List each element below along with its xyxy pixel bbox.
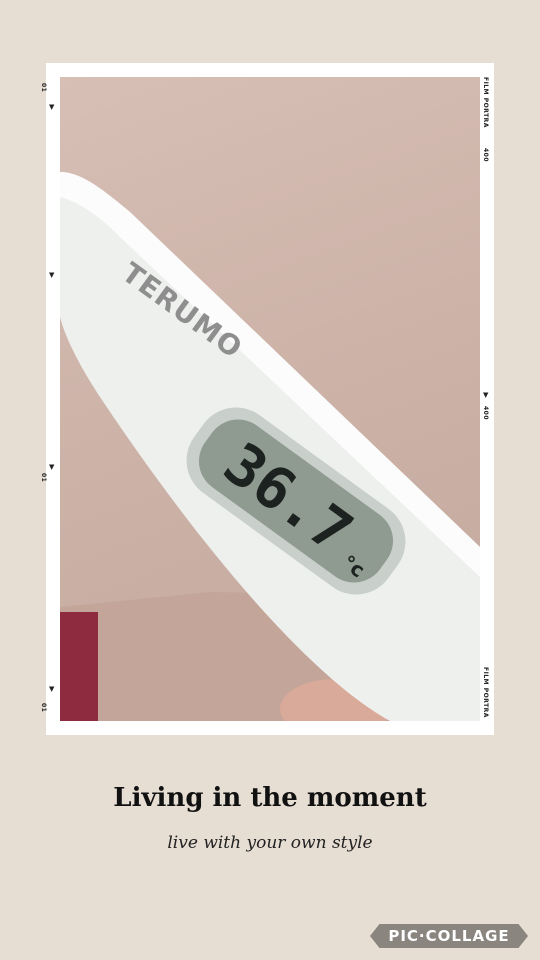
red-object <box>60 612 98 721</box>
film-arrow-icon: ▼ <box>49 685 55 693</box>
film-mark-right-middle: 400 <box>482 406 489 421</box>
film-mark-right-top: FILM PORTRA <box>482 77 489 128</box>
film-mark-right-top-number: 400 <box>482 148 489 163</box>
pic-collage-watermark: PIC·COLLAGE <box>370 924 528 948</box>
film-mark-right-bottom: FILM PORTRA <box>482 667 489 718</box>
film-mark-left-middle: 01 <box>40 473 47 483</box>
photo-frame: 01 ▼ ▼ 01 ▼ 01 ▼ FILM PORTRA 400 ▼ 400 F… <box>40 63 494 735</box>
film-mark-left-top: 01 <box>40 83 47 93</box>
film-arrow-icon: ▼ <box>483 391 489 399</box>
thermometer-photo: 36.7 °c TERUMO <box>60 77 480 721</box>
film-arrow-icon: ▼ <box>49 271 55 279</box>
film-mark-left-bottom: 01 <box>40 703 47 713</box>
caption-title: Living in the moment <box>113 783 427 813</box>
film-arrow-icon: ▼ <box>49 463 55 471</box>
thermometer-illustration: 36.7 °c TERUMO <box>60 172 480 721</box>
film-arrow-icon: ▼ <box>49 103 55 111</box>
caption-subtitle: live with your own style <box>167 833 373 853</box>
